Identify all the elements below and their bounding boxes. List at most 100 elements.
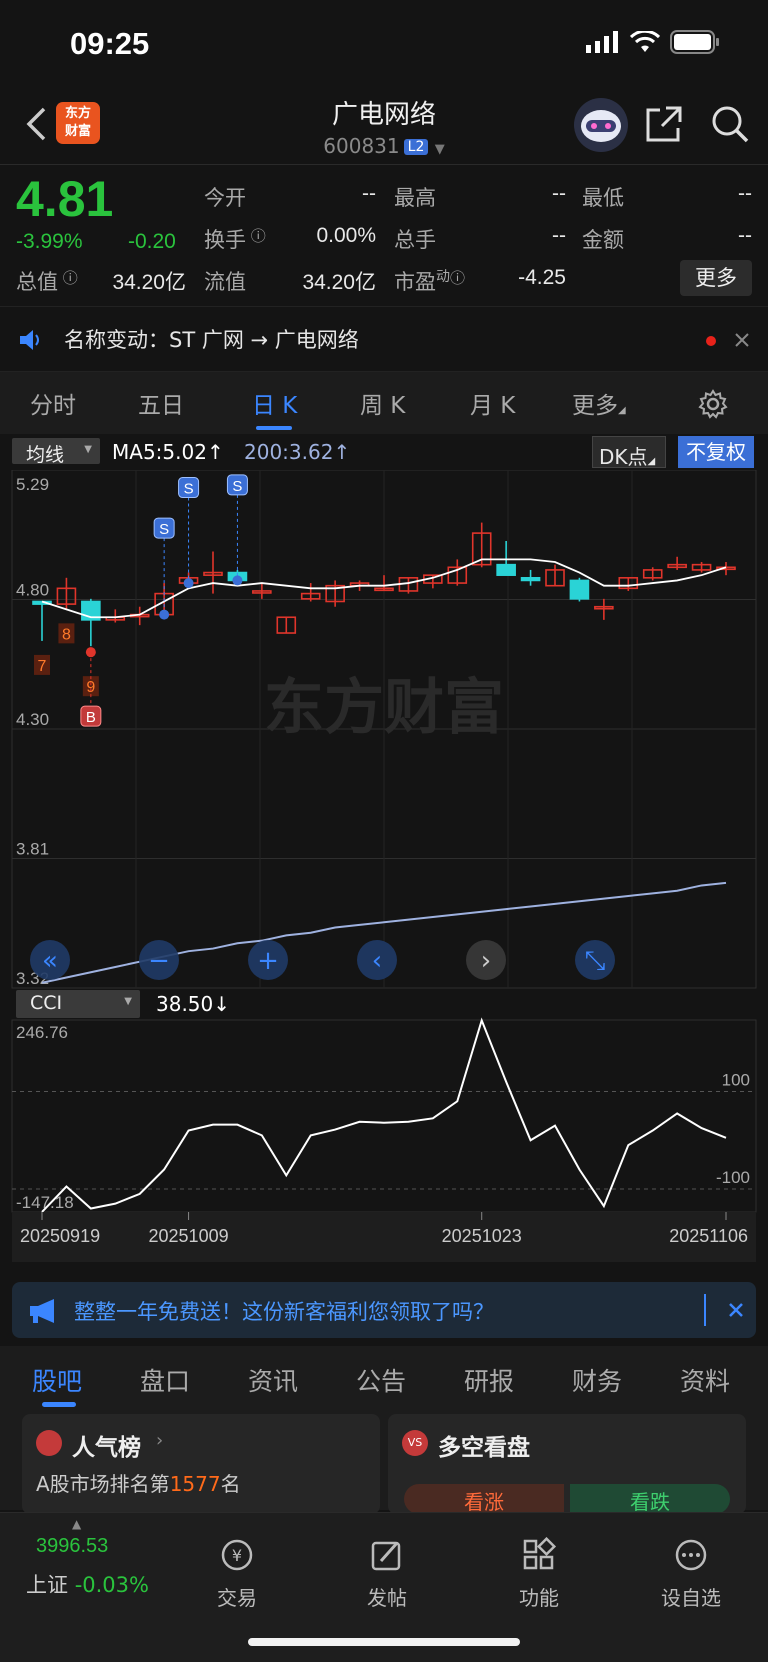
change-amount: -0.20 xyxy=(128,230,176,253)
chart-bars-icon xyxy=(36,1430,62,1456)
signal-dot xyxy=(232,575,243,586)
more-dots-icon xyxy=(675,1539,707,1571)
speaker-icon xyxy=(20,330,39,350)
ma-select[interactable]: 均线 ▼ xyxy=(12,438,100,466)
candle xyxy=(300,583,321,602)
bull-bear-card[interactable]: VS 多空看盘 看涨 看跌 xyxy=(388,1414,746,1514)
status-time: 09:25 xyxy=(70,26,150,61)
control-glyph: › xyxy=(481,946,491,976)
trade-yen-icon: ¥ xyxy=(221,1539,253,1571)
divider xyxy=(704,1294,706,1326)
tab-monthly-k[interactable]: 月 K xyxy=(470,386,515,420)
tab-weekly-k[interactable]: 周 K xyxy=(360,386,405,420)
quote-panel: 4.81 -3.99% -0.20 今开 -- 最高 -- 最低 -- 换手 ⓘ… xyxy=(0,166,768,306)
signal-dot xyxy=(183,578,194,589)
candle xyxy=(569,577,590,602)
high-label: 最高 xyxy=(394,186,436,210)
indicator-select[interactable]: CCI ▼ xyxy=(16,990,140,1018)
tab-news[interactable]: 资讯 xyxy=(248,1362,298,1398)
nav-add-watchlist[interactable]: 设自选 xyxy=(636,1537,746,1611)
pan-left-icon[interactable]: ‹ xyxy=(357,940,397,980)
search-icon[interactable] xyxy=(710,104,750,144)
tab-research[interactable]: 研报 xyxy=(464,1362,514,1398)
tab-five-day[interactable]: 五日 xyxy=(138,386,184,420)
tab-profile[interactable]: 资料 xyxy=(680,1362,730,1398)
megaphone-icon xyxy=(30,1299,54,1323)
candle xyxy=(398,577,419,594)
candle xyxy=(81,598,101,647)
watermark: 东方财富 xyxy=(264,673,504,743)
promo-banner[interactable]: 整整一年免费送！这份新客福利您领取了吗？ xyxy=(12,1282,756,1338)
popularity-title: 人气榜 xyxy=(72,1435,141,1461)
candle xyxy=(325,580,345,607)
pe-label[interactable]: 市盈动ⓘ xyxy=(394,266,465,296)
open-value: -- xyxy=(362,182,376,205)
content-tabs: 股吧 盘口 资讯 公告 研报 财务 资料 xyxy=(0,1346,768,1410)
share-icon[interactable] xyxy=(644,104,684,144)
bear-button[interactable]: 看跌 xyxy=(570,1484,730,1514)
assistant-robot-icon[interactable] xyxy=(574,98,628,152)
nav-post[interactable]: 发帖 xyxy=(332,1537,442,1611)
market-cap-label[interactable]: 总值 ⓘ xyxy=(16,266,78,296)
x-tick-label: 20251009 xyxy=(149,1226,229,1246)
candle xyxy=(203,551,223,594)
stock-detail-screen: 09:25 东方 财富 广电网络 600831 L2 ▼ 4.81 -3.99% -… xyxy=(0,0,768,1662)
td-count-label: 7 xyxy=(38,658,47,675)
info-dots-icon: ⓘ xyxy=(450,269,466,287)
tab-intraday[interactable]: 分时 xyxy=(30,386,76,420)
fullscreen-icon[interactable]: ⤡ xyxy=(575,940,615,980)
control-glyph: − xyxy=(148,946,170,976)
close-icon[interactable] xyxy=(734,332,750,348)
cci-header: CCI ▼ 38.50↓ xyxy=(0,988,768,1022)
turnover-label[interactable]: 换手 ⓘ xyxy=(204,224,266,254)
stock-header: 东方 财富 广电网络 600831 L2 ▼ xyxy=(0,90,768,165)
expand-caret-icon[interactable]: ▲ xyxy=(72,1517,81,1531)
control-glyph: + xyxy=(257,946,279,976)
x-axis-band xyxy=(12,1212,756,1262)
more-button[interactable]: 更多 xyxy=(680,260,752,296)
adjust-button[interactable]: 不复权 xyxy=(678,436,754,468)
td-count-label: 9 xyxy=(86,679,95,696)
pe-value: -4.25 xyxy=(518,266,566,289)
dk-points-button[interactable]: DK点◢ xyxy=(592,436,666,469)
candle xyxy=(496,540,516,576)
control-glyph: « xyxy=(42,946,58,976)
signal-dot xyxy=(85,647,96,658)
pan-right-icon[interactable]: › xyxy=(466,940,506,980)
tab-announcements[interactable]: 公告 xyxy=(356,1362,406,1398)
level2-badge: L2 xyxy=(403,139,429,155)
candle-body xyxy=(496,563,516,576)
index-name-row[interactable]: 上证 -0.03% xyxy=(26,1569,149,1599)
tab-more[interactable]: 更多◢ xyxy=(572,386,626,420)
close-icon[interactable] xyxy=(728,1302,744,1318)
control-glyph: ‹ xyxy=(372,946,382,976)
zoom-out-icon[interactable]: − xyxy=(139,940,179,980)
sell-signal-label: S xyxy=(184,481,194,498)
chevron-right-icon: › xyxy=(156,1430,164,1451)
candle xyxy=(691,562,712,573)
edit-icon xyxy=(371,1541,401,1571)
home-indicator xyxy=(248,1638,520,1646)
name-change-notice[interactable]: 名称变动：ST 广网 → 广电网络 xyxy=(0,306,768,372)
settings-gear-icon[interactable] xyxy=(698,389,728,419)
candle xyxy=(276,616,297,634)
rewind-icon[interactable]: « xyxy=(30,940,70,980)
popularity-card[interactable]: 人气榜 › A股市场排名第1577名 xyxy=(22,1414,380,1514)
zoom-in-icon[interactable]: + xyxy=(248,940,288,980)
tab-pankou[interactable]: 盘口 xyxy=(140,1362,190,1398)
vs-icon: VS xyxy=(402,1430,428,1456)
dropdown-caret-icon: ▼ xyxy=(434,142,445,157)
amount-value: -- xyxy=(738,224,752,247)
kline-chart[interactable]: 东方财富5.294.804.303.813.32789BSS S« − + ‹ › ⤡100… xyxy=(0,470,768,1270)
tab-guba[interactable]: 股吧 xyxy=(32,1362,82,1398)
tab-daily-k[interactable]: 日 K xyxy=(252,386,297,420)
bull-button[interactable]: 看涨 xyxy=(404,1484,564,1514)
tab-finance[interactable]: 财务 xyxy=(572,1362,622,1398)
ma200-label: 200:3.62↑ xyxy=(244,440,351,464)
float-cap-value: 34.20亿 xyxy=(302,271,376,294)
float-cap-label: 流值 xyxy=(204,270,246,294)
nav-trade[interactable]: ¥ 交易 xyxy=(182,1537,292,1611)
y-tick-label: 5.29 xyxy=(16,475,49,494)
nav-functions[interactable]: 功能 xyxy=(484,1536,594,1611)
index-value[interactable]: 3996.53 xyxy=(36,1535,108,1558)
